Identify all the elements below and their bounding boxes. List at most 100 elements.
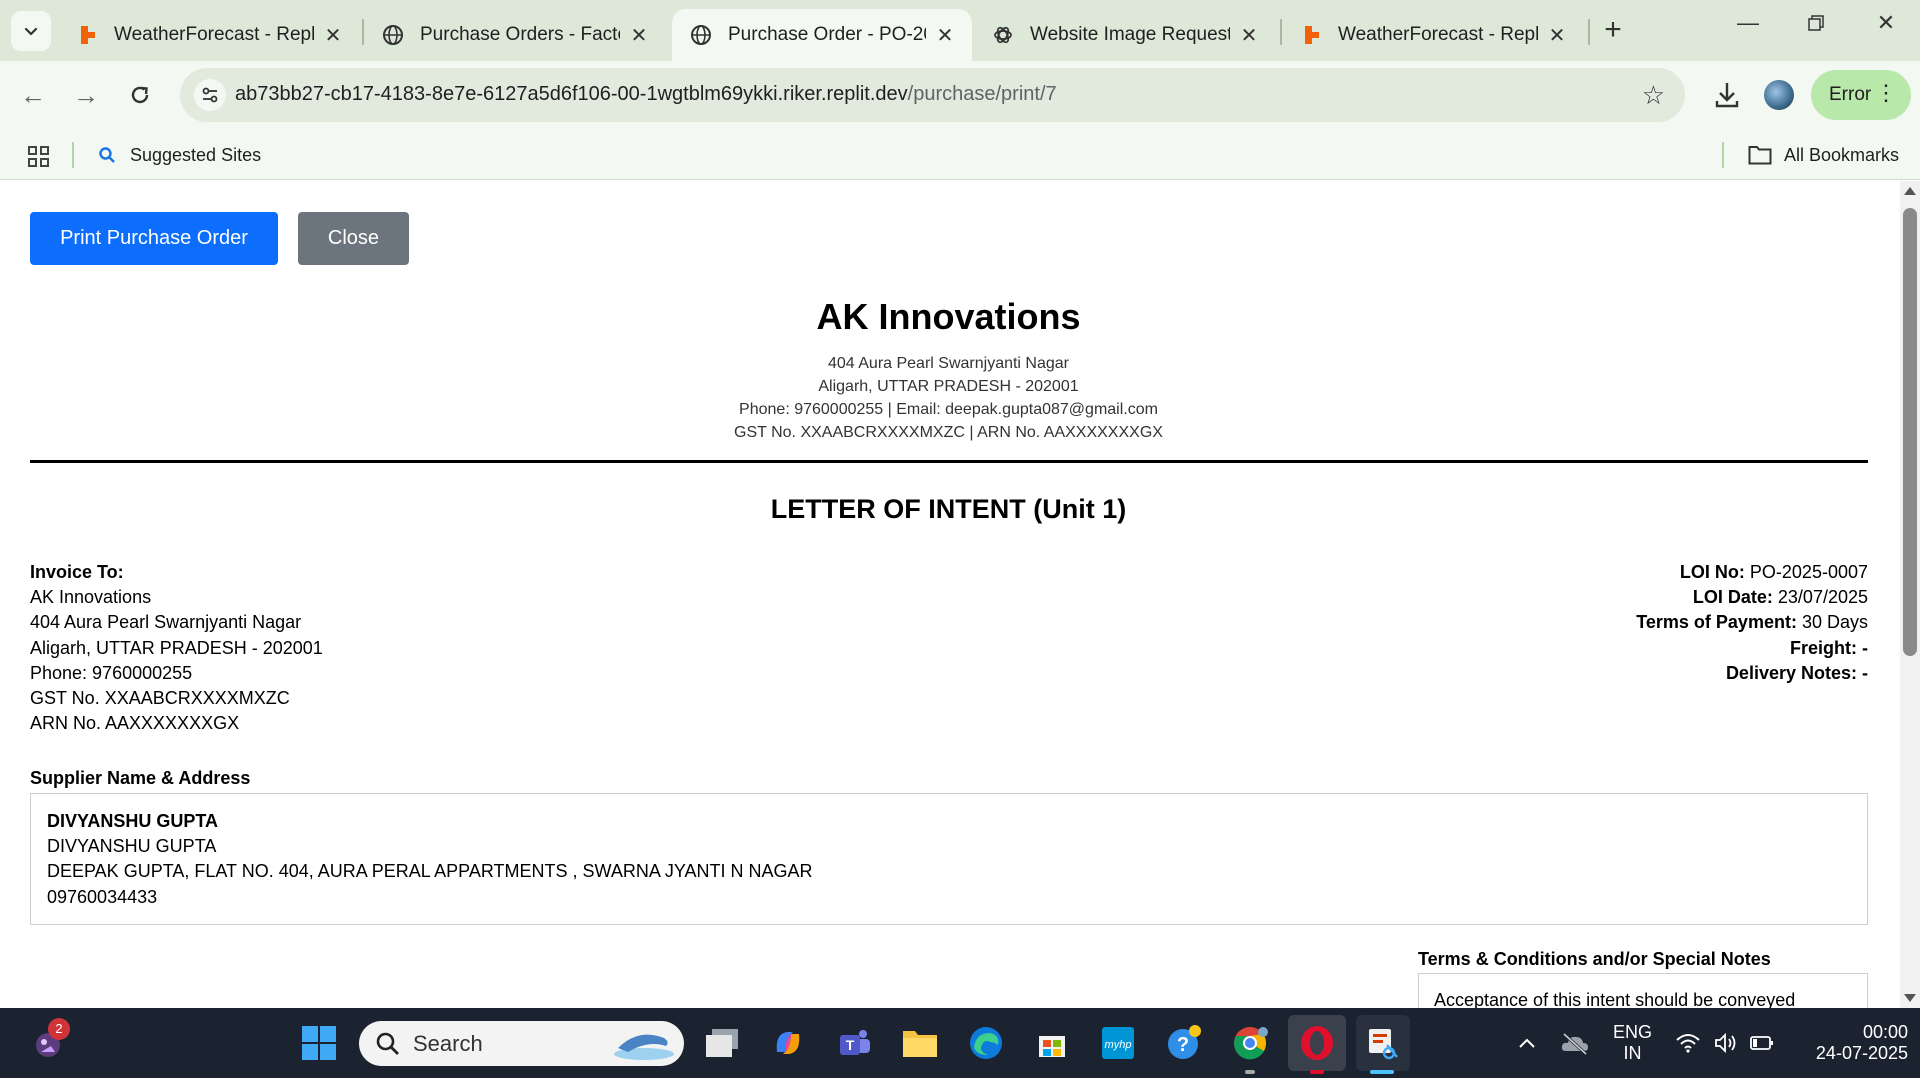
- tab-separator: [1588, 19, 1590, 45]
- new-tab-plus-icon[interactable]: +: [1598, 14, 1628, 46]
- address-bar[interactable]: ab73bb27-cb17-4183-8e7e-6127a5d6f106-00-…: [180, 68, 1685, 122]
- supplier-name: DIVYANSHU GUPTA: [47, 811, 219, 831]
- region-code: IN: [1623, 1043, 1642, 1063]
- clock-time: 00:00: [1862, 1022, 1908, 1042]
- restore-icon[interactable]: [1796, 10, 1836, 38]
- supplier-address: DEEPAK GUPTA, FLAT NO. 404, AURA PERAL A…: [47, 861, 813, 882]
- close-button[interactable]: Close: [298, 212, 409, 265]
- snipping-tool-running-indicator: [1370, 1070, 1394, 1074]
- all-bookmarks-button[interactable]: All Bookmarks: [1748, 140, 1899, 170]
- chrome-icon[interactable]: [1228, 1021, 1272, 1065]
- svg-text:myhp: myhp: [1105, 1039, 1132, 1051]
- terms-heading: Terms & Conditions and/or Special Notes: [1418, 949, 1771, 969]
- show-hidden-icons-chevron-icon[interactable]: [1505, 1021, 1549, 1065]
- forward-arrow-icon[interactable]: →: [68, 77, 104, 113]
- invoice-to-block: Invoice To: AK Innovations 404 Aura Pear…: [30, 560, 323, 736]
- payment-terms-row: Terms of Payment: 30 Days: [1268, 610, 1868, 635]
- close-tab-icon[interactable]: ✕: [1238, 23, 1260, 48]
- bookmarks-bar: Suggested Sites All Bookmarks: [0, 130, 1920, 180]
- reload-icon[interactable]: [122, 77, 158, 113]
- globe-icon: [382, 24, 404, 46]
- close-tab-icon[interactable]: ✕: [1546, 23, 1568, 48]
- invoice-to-label: Invoice To:: [30, 562, 124, 582]
- myhp-icon[interactable]: myhp: [1096, 1021, 1140, 1065]
- profile-avatar[interactable]: [1764, 80, 1794, 110]
- tab-website-image-request[interactable]: Website Image Request ✕: [974, 9, 1276, 61]
- company-address-line-2: Aligarh, UTTAR PRADESH - 202001: [818, 378, 1079, 395]
- tab-purchase-order-active[interactable]: Purchase Order - PO-2025 ✕: [672, 9, 972, 61]
- close-tab-icon[interactable]: ✕: [934, 23, 956, 48]
- tab-weatherforecast-2[interactable]: WeatherForecast - Replit ✕: [1282, 9, 1584, 61]
- replit-icon: [76, 24, 98, 46]
- supplier-heading: Supplier Name & Address: [30, 768, 251, 788]
- task-view-icon[interactable]: [700, 1021, 744, 1065]
- supplier-phone: 09760034433: [47, 886, 158, 907]
- edge-browser-icon[interactable]: [964, 1021, 1008, 1065]
- profile-error-button[interactable]: Error ⋮: [1811, 70, 1911, 120]
- bookmark-star-icon[interactable]: ☆: [1642, 80, 1665, 111]
- site-info-icon[interactable]: [194, 79, 226, 111]
- company-address-line-1: 404 Aura Pearl Swarnjyanti Nagar: [827, 355, 1070, 372]
- notification-badge: 2: [48, 1018, 70, 1040]
- window-close-icon[interactable]: ✕: [1866, 10, 1906, 36]
- snipping-tool-icon[interactable]: [1356, 1015, 1410, 1071]
- svg-text:?: ?: [1177, 1034, 1189, 1056]
- tab-purchase-orders[interactable]: Purchase Orders - Factory ✕: [364, 9, 666, 61]
- battery-icon[interactable]: [1740, 1021, 1784, 1065]
- replit-icon: [1300, 24, 1322, 46]
- tab-title: WeatherForecast - Replit: [1338, 24, 1538, 45]
- url-text[interactable]: ab73bb27-cb17-4183-8e7e-6127a5d6f106-00-…: [235, 83, 1057, 106]
- back-arrow-icon[interactable]: ←: [15, 77, 51, 113]
- teams-icon[interactable]: T: [832, 1021, 876, 1065]
- terms-box: Acceptance of this intent should be conv…: [1418, 973, 1868, 1008]
- print-purchase-order-button[interactable]: Print Purchase Order: [30, 212, 278, 265]
- meta-label: Terms of Payment:: [1636, 612, 1797, 633]
- taskbar-search-box[interactable]: Search: [359, 1021, 684, 1066]
- language-indicator[interactable]: ENG IN: [1605, 1022, 1660, 1064]
- invoice-to-line: GST No. XXAABCRXXXXMXZC: [30, 688, 290, 709]
- tab-title: Purchase Order - PO-2025: [728, 24, 926, 45]
- opera-icon[interactable]: [1288, 1015, 1346, 1071]
- file-explorer-icon[interactable]: [898, 1021, 942, 1065]
- apps-grid-icon[interactable]: [28, 146, 50, 168]
- tab-search-button[interactable]: [11, 11, 51, 51]
- minimize-icon[interactable]: —: [1728, 10, 1768, 36]
- meta-value: 30 Days: [1796, 612, 1868, 633]
- windows-start-icon[interactable]: [297, 1021, 341, 1065]
- close-tab-icon[interactable]: ✕: [628, 23, 650, 48]
- page-scrollbar[interactable]: [1900, 181, 1920, 1008]
- page-content: Print Purchase Order Close AK Innovation…: [0, 181, 1900, 1008]
- browser-toolbar: ← → ab73bb27-cb17-4183-8e7e-6127a5d6f106…: [0, 61, 1920, 130]
- meta-label: LOI Date:: [1692, 587, 1773, 608]
- bookmark-separator: [72, 142, 74, 168]
- delivery-notes-row: Delivery Notes: -: [1268, 661, 1868, 686]
- chatgpt-icon: [992, 24, 1014, 46]
- help-icon[interactable]: ?: [1162, 1021, 1206, 1065]
- clock[interactable]: 00:00 24-07-2025: [1790, 1022, 1908, 1064]
- scrollbar-thumb[interactable]: [1903, 208, 1917, 656]
- clock-date: 24-07-2025: [1815, 1043, 1908, 1063]
- more-options-icon[interactable]: ⋮: [1875, 82, 1897, 104]
- globe-icon: [690, 24, 712, 46]
- meta-label: Freight: -: [1790, 637, 1868, 658]
- url-path: /purchase/print/7: [907, 83, 1057, 105]
- invoice-to-line: 404 Aura Pearl Swarnjyanti Nagar: [30, 612, 302, 633]
- suggested-sites-bookmark[interactable]: Suggested Sites: [98, 140, 261, 170]
- company-name: AK Innovations: [816, 296, 1081, 337]
- tab-title: Website Image Request: [1030, 24, 1230, 45]
- tab-weatherforecast-1[interactable]: WeatherForecast - Replit ✕: [58, 9, 360, 61]
- search-icon: [99, 147, 115, 163]
- document-title: LETTER OF INTENT (Unit 1): [770, 494, 1127, 524]
- supplier-contact-name: DIVYANSHU GUPTA: [47, 836, 217, 857]
- onedrive-offline-icon[interactable]: [1553, 1021, 1597, 1065]
- microsoft-store-icon[interactable]: [1030, 1021, 1074, 1065]
- invoice-to-line: AK Innovations: [30, 587, 152, 608]
- close-tab-icon[interactable]: ✕: [322, 23, 344, 48]
- copilot-icon[interactable]: [766, 1021, 810, 1065]
- download-icon[interactable]: [1710, 75, 1744, 115]
- company-tax-ids: GST No. XXAABCRXXXXMXZC | ARN No. AAXXXX…: [734, 424, 1163, 441]
- scroll-up-arrow-icon[interactable]: [1904, 187, 1916, 195]
- scroll-down-arrow-icon[interactable]: [1904, 994, 1916, 1002]
- header-divider: [30, 460, 1868, 463]
- error-label: Error: [1829, 84, 1872, 105]
